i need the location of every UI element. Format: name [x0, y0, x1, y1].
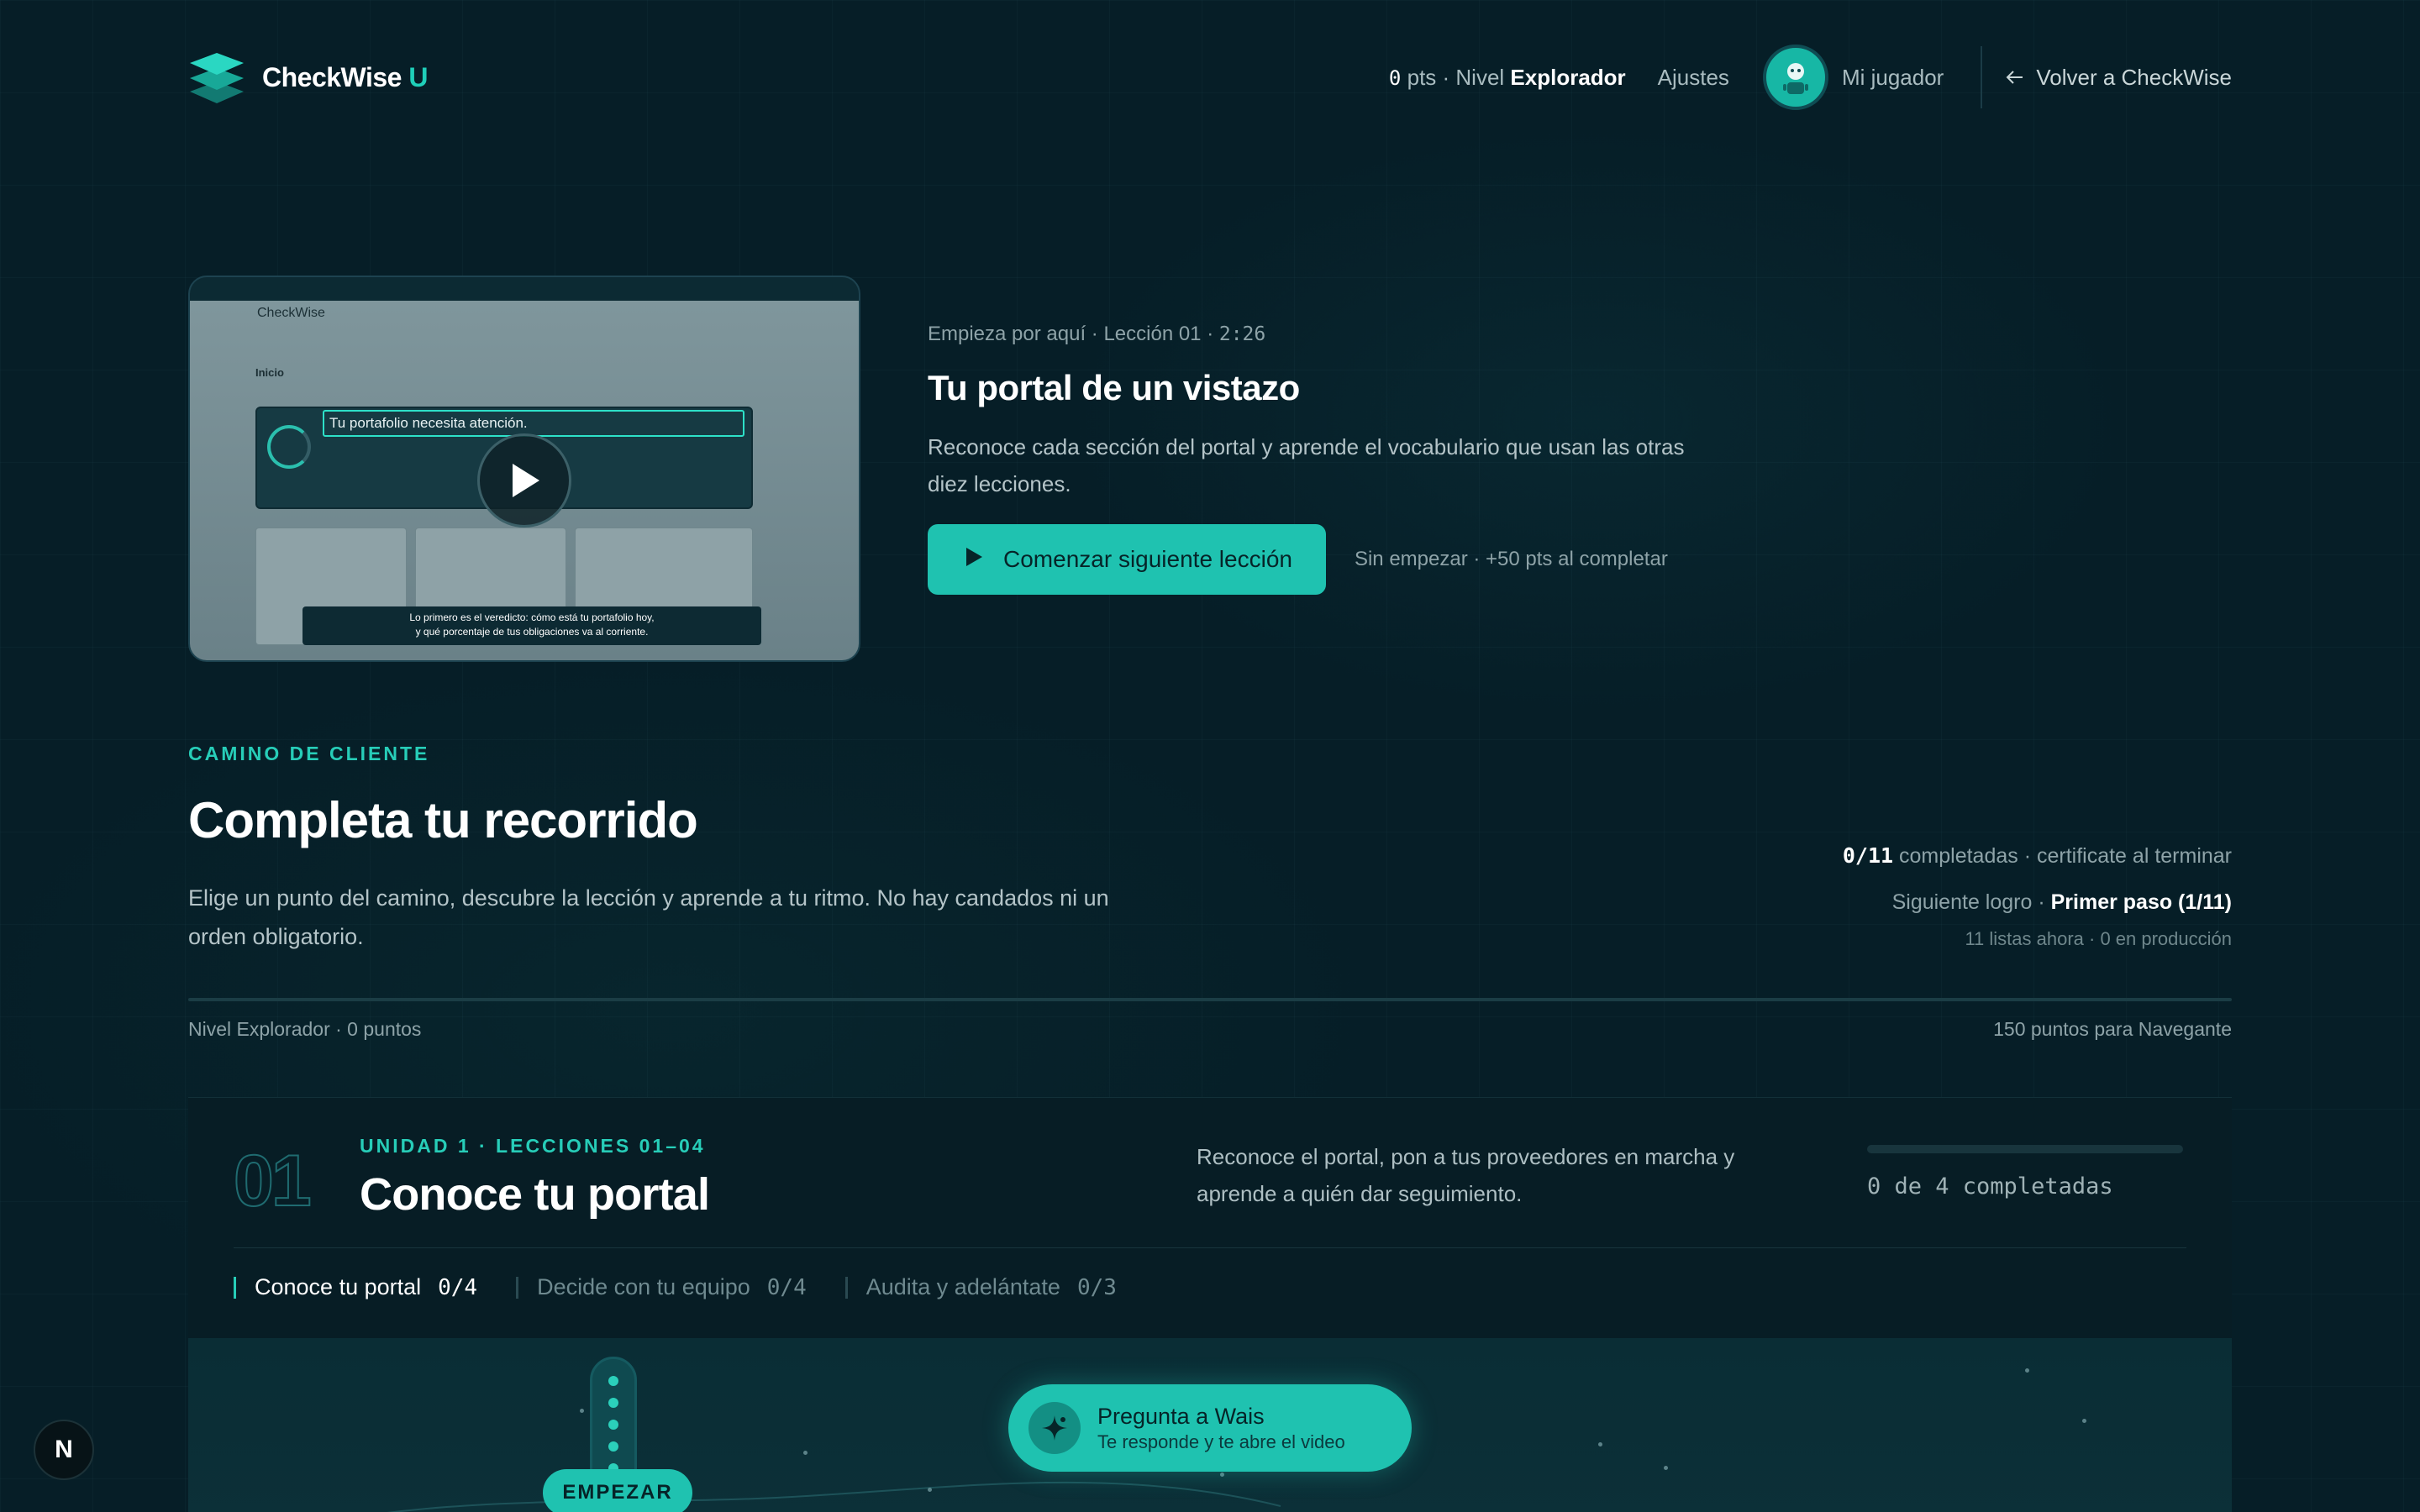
video-screen-ring: [267, 425, 311, 469]
player-link[interactable]: Mi jugador: [1842, 65, 1944, 91]
video-screen-headline: Tu portafolio necesita atención.: [329, 415, 528, 431]
video-screen-brand: CheckWise: [257, 306, 325, 320]
brand-text: CheckWise: [262, 61, 402, 92]
next-achievement-label: Siguiente logro ·: [1891, 890, 2045, 914]
star-dot: [1220, 1473, 1224, 1477]
unit-number: 01: [233, 1140, 313, 1222]
unit-title: Conoce tu portal: [360, 1169, 710, 1220]
star-dot: [1598, 1442, 1602, 1446]
ask-wais-subtitle: Te responde y te abre el video: [1097, 1431, 1345, 1452]
start-next-lesson-label: Comenzar siguiente lección: [1003, 546, 1292, 572]
level-name: Explorador: [1510, 64, 1626, 90]
video-screen-headline-box: Tu portafolio necesita atención.: [323, 410, 744, 437]
chapter-label: Decide con tu equipo: [537, 1274, 750, 1299]
page: CheckWise U 0 pts · Nivel Explorador Aju…: [188, 0, 2232, 1512]
top-nav: CheckWise U 0 pts · Nivel Explorador Aju…: [188, 45, 2232, 110]
nav-divider: [1981, 46, 1983, 108]
completed-text: completadas · certificate al terminar: [1899, 844, 2232, 868]
video-screen-page: Inicio: [255, 366, 284, 379]
section-eyebrow: CAMINO DE CLIENTE: [188, 743, 430, 764]
lesson-duration: 2:26: [1218, 323, 1266, 345]
nav-actions: 0 pts · Nivel Explorador Ajustes Mi juga…: [1389, 45, 2232, 110]
chapter-tabs: Conoce tu portal 0/4 Decide con tu equip…: [234, 1274, 1155, 1300]
journey-stats: 0/11 completadas · certificate al termin…: [1843, 843, 2232, 950]
next-achievement-value: Primer paso (1/11): [2050, 890, 2232, 914]
chapter-count: 0/3: [1076, 1274, 1117, 1300]
cta-row: Comenzar siguiente lección Sin empezar ·…: [928, 524, 1751, 595]
back-to-checkwise-link[interactable]: Volver a CheckWise: [2006, 65, 2232, 91]
play-icon[interactable]: [477, 433, 571, 528]
lesson-description: Reconoce cada sección del portal y apren…: [928, 434, 1685, 496]
star-dot: [2025, 1368, 2029, 1373]
chapter-count: 0/4: [438, 1274, 478, 1300]
next-lesson-info: Empieza por aquí · Lección 01 · 2:26 Tu …: [928, 323, 1751, 595]
chapter-tab[interactable]: Audita y adelántate 0/3: [844, 1274, 1117, 1300]
node-dot: [608, 1398, 618, 1408]
brand-logo[interactable]: CheckWise U: [188, 50, 428, 105]
unit-progress-bar: [1867, 1145, 2183, 1153]
node-dot: [608, 1420, 618, 1430]
chapter-label: Conoce tu portal: [255, 1274, 422, 1299]
section-title: Completa tu recorrido: [188, 792, 698, 848]
unit-description: Reconoce el portal, pon a tus proveedore…: [1197, 1144, 1735, 1206]
level-status: Nivel Explorador · 0 puntos: [188, 1018, 422, 1040]
star-dot: [928, 1488, 932, 1492]
video-top-bar: [190, 277, 859, 301]
dev-indicator-badge[interactable]: N: [34, 1420, 94, 1480]
lesson-kicker: Empieza por aquí · Lección 01 · 2:26: [928, 323, 1751, 346]
lesson-title: Tu portal de un vistazo: [928, 368, 1300, 407]
play-icon: [965, 546, 983, 573]
chapter-count: 0/4: [766, 1274, 807, 1300]
points-level: 0 pts · Nivel Explorador: [1389, 65, 1626, 91]
chapter-tab[interactable]: Decide con tu equipo 0/4: [516, 1274, 807, 1300]
level-progress-bar: [188, 998, 2232, 1001]
section-description: Elige un punto del camino, descubre la l…: [188, 885, 1109, 949]
unit-divider: [234, 1247, 2186, 1248]
unit-eyebrow: UNIDAD 1 · LECCIONES 01–04: [360, 1135, 706, 1157]
ask-wais-button[interactable]: Pregunta a Wais Te responde y te abre el…: [1008, 1384, 1412, 1472]
brand-name: CheckWise U: [262, 62, 428, 93]
brand-suffix: U: [408, 61, 428, 92]
caption-line: y qué porcentaje de tus obligaciones va …: [415, 626, 649, 638]
level-next: 150 puntos para Navegante: [1993, 1018, 2232, 1040]
arrow-left-icon: [2006, 65, 2024, 91]
start-path-button[interactable]: EMPEZAR: [543, 1469, 692, 1512]
points-value: 0: [1388, 66, 1402, 90]
lesson-status-note: Sin empezar · +50 pts al completar: [1354, 548, 1668, 570]
star-dot: [803, 1451, 808, 1455]
chapter-marker: [516, 1276, 519, 1299]
lesson-kicker-text: Empieza por aquí · Lección 01 ·: [928, 323, 1214, 345]
robot-avatar-icon[interactable]: [1762, 45, 1828, 110]
video-caption: Lo primero es el veredicto: cómo está tu…: [302, 606, 761, 645]
settings-link[interactable]: Ajustes: [1658, 65, 1729, 91]
availability-text: 11 listas ahora · 0 en producción: [1965, 928, 2232, 949]
node-dot: [608, 1376, 618, 1386]
stacked-layers-icon: [188, 50, 245, 105]
next-achievement: Siguiente logro · Primer paso (1/11): [1843, 890, 2232, 915]
lesson-video-player[interactable]: CheckWise Inicio Tu portafolio necesita …: [188, 276, 860, 662]
completed-value: 0/11: [1842, 843, 1894, 868]
chapter-marker: [234, 1276, 236, 1299]
back-label: Volver a CheckWise: [2036, 64, 2232, 90]
ask-wais-title: Pregunta a Wais: [1097, 1403, 1265, 1429]
chapter-label: Audita y adelántate: [865, 1274, 1060, 1299]
points-text: pts · Nivel: [1407, 64, 1505, 90]
sparkle-icon: [1028, 1402, 1081, 1454]
start-next-lesson-button[interactable]: Comenzar siguiente lección: [928, 524, 1326, 595]
star-dot: [1664, 1466, 1668, 1470]
completed-stat: 0/11 completadas · certificate al termin…: [1843, 843, 2232, 869]
star-dot: [580, 1409, 584, 1413]
unit-progress-text: 0 de 4 completadas: [1867, 1173, 2113, 1200]
node-dot: [608, 1441, 618, 1452]
caption-line: Lo primero es el veredicto: cómo está tu…: [409, 612, 655, 623]
chapter-tab[interactable]: Conoce tu portal 0/4: [234, 1274, 477, 1300]
chapter-marker: [844, 1276, 848, 1299]
star-dot: [2082, 1419, 2086, 1423]
ask-wais-text: Pregunta a Wais Te responde y te abre el…: [1097, 1404, 1345, 1453]
